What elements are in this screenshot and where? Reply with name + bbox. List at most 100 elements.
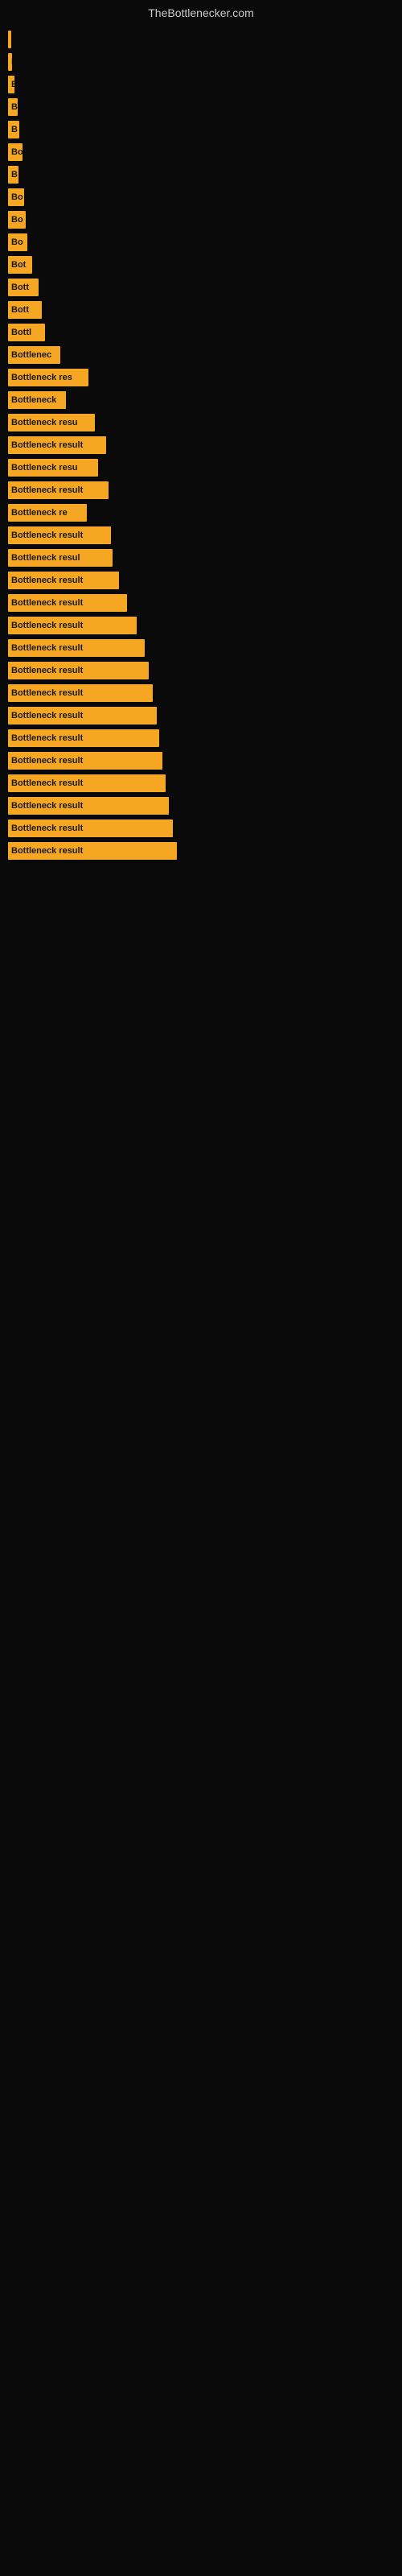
result-bar: Bo bbox=[8, 188, 24, 206]
result-bar: Bottleneck result bbox=[8, 481, 109, 499]
bar-label: Bottleneck resu bbox=[11, 418, 78, 427]
result-bar: Bottleneck res bbox=[8, 369, 88, 386]
result-bar: Bottleneck bbox=[8, 391, 66, 409]
result-bar: Bottleneck re bbox=[8, 504, 87, 522]
bar-label: Bottleneck resul bbox=[11, 553, 80, 563]
bar-label: Bottleneck resu bbox=[11, 463, 78, 473]
bar-label: B bbox=[11, 125, 18, 134]
bar-label: Bo bbox=[11, 215, 23, 225]
result-bar: Bott bbox=[8, 279, 39, 296]
bar-row: Bottleneck result bbox=[8, 842, 402, 860]
result-bar: B bbox=[8, 121, 19, 138]
bar-label: Bottleneck result bbox=[11, 530, 83, 540]
result-bar: Bottleneck result bbox=[8, 729, 159, 747]
bar-row: Bottleneck result bbox=[8, 526, 402, 544]
bar-row: Bottleneck bbox=[8, 391, 402, 409]
bar-row: Bottleneck result bbox=[8, 774, 402, 792]
result-bar: Bottleneck result bbox=[8, 684, 153, 702]
bar-row: Bottleneck res bbox=[8, 369, 402, 386]
result-bar: B bbox=[8, 166, 18, 184]
result-bar: Bottleneck result bbox=[8, 594, 127, 612]
bar-label: Bottleneck result bbox=[11, 621, 83, 630]
result-bar: Bottleneck result bbox=[8, 707, 157, 724]
result-bar: Bottleneck result bbox=[8, 639, 145, 657]
bar-row: Bottleneck resul bbox=[8, 549, 402, 567]
bar-label: Bott bbox=[11, 283, 29, 292]
bar-row: Bott bbox=[8, 279, 402, 296]
result-bar: Bottleneck result bbox=[8, 617, 137, 634]
bar-row: Bottleneck result bbox=[8, 797, 402, 815]
bar-label: Bottleneck result bbox=[11, 756, 83, 766]
result-bar: Bottleneck result bbox=[8, 774, 166, 792]
result-bar: Bottleneck result bbox=[8, 752, 162, 770]
bar-row: Bo bbox=[8, 143, 402, 161]
bar-label: Bottleneck result bbox=[11, 576, 83, 585]
bar-label: Bottleneck result bbox=[11, 733, 83, 743]
bar-label: B bbox=[11, 102, 18, 112]
bar-label: Bottleneck result bbox=[11, 666, 83, 675]
bar-row: Bottleneck result bbox=[8, 729, 402, 747]
bar-row: Bottleneck result bbox=[8, 572, 402, 589]
bar-label: Bottleneck result bbox=[11, 801, 83, 811]
bar-label: Bottleneck result bbox=[11, 778, 83, 788]
bar-label: E bbox=[11, 80, 14, 89]
bar-row: I bbox=[8, 31, 402, 48]
bar-row: Bottleneck resu bbox=[8, 459, 402, 477]
result-bar: E bbox=[8, 76, 14, 93]
bar-row: Bottleneck result bbox=[8, 684, 402, 702]
bar-label: Bottleneck result bbox=[11, 485, 83, 495]
bar-label: Bottleneck result bbox=[11, 711, 83, 720]
bar-label: Bottl bbox=[11, 328, 31, 337]
bar-row: Bo bbox=[8, 188, 402, 206]
bar-label: Bottleneck result bbox=[11, 824, 83, 833]
bar-row: Bottleneck result bbox=[8, 707, 402, 724]
bars-container: II E B B Bo B Bo Bo Bo Bot Bott Bott Bottl Bottlenec B… bbox=[0, 23, 402, 873]
result-bar: Bottlenec bbox=[8, 346, 60, 364]
bar-row: Bottleneck result bbox=[8, 436, 402, 454]
bar-row: Bottleneck re bbox=[8, 504, 402, 522]
result-bar: I bbox=[8, 31, 11, 48]
bar-row: Bottleneck result bbox=[8, 662, 402, 679]
bar-row: Bott bbox=[8, 301, 402, 319]
bar-label: Bottleneck result bbox=[11, 846, 83, 856]
bar-label: Bottleneck result bbox=[11, 643, 83, 653]
result-bar: Bottleneck resul bbox=[8, 549, 113, 567]
bar-label: Bottleneck re bbox=[11, 508, 68, 518]
bar-label: Bot bbox=[11, 260, 26, 270]
bar-row: Bo bbox=[8, 233, 402, 251]
bar-row: Bottleneck result bbox=[8, 481, 402, 499]
bar-label: B bbox=[11, 170, 18, 180]
bar-row: Bo bbox=[8, 211, 402, 229]
bar-label: Bottleneck result bbox=[11, 440, 83, 450]
result-bar: Bo bbox=[8, 211, 26, 229]
bar-row: B bbox=[8, 166, 402, 184]
result-bar: Bottleneck result bbox=[8, 797, 169, 815]
result-bar: Bo bbox=[8, 233, 27, 251]
result-bar: Bot bbox=[8, 256, 32, 274]
bar-row: Bottleneck result bbox=[8, 639, 402, 657]
bar-label: Bott bbox=[11, 305, 29, 315]
bar-label: Bottlenec bbox=[11, 350, 51, 360]
result-bar: Bottleneck resu bbox=[8, 414, 95, 431]
bar-row: Bottlenec bbox=[8, 346, 402, 364]
result-bar: Bottleneck resu bbox=[8, 459, 98, 477]
bar-row: Bottl bbox=[8, 324, 402, 341]
bar-label: Bottleneck res bbox=[11, 373, 72, 382]
result-bar: Bo bbox=[8, 143, 23, 161]
result-bar: Bottleneck result bbox=[8, 819, 173, 837]
bar-row: E bbox=[8, 76, 402, 93]
bar-label: Bottleneck bbox=[11, 395, 56, 405]
result-bar: Bottl bbox=[8, 324, 45, 341]
result-bar: Bottleneck result bbox=[8, 436, 106, 454]
bar-label: I bbox=[11, 57, 12, 67]
bar-row: B bbox=[8, 98, 402, 116]
bar-row: Bottleneck result bbox=[8, 752, 402, 770]
bar-row: Bottleneck result bbox=[8, 819, 402, 837]
bar-row: Bottleneck result bbox=[8, 594, 402, 612]
bar-label: Bottleneck result bbox=[11, 688, 83, 698]
bar-row: Bot bbox=[8, 256, 402, 274]
bar-label: Bo bbox=[11, 192, 23, 202]
bar-label: Bo bbox=[11, 147, 23, 157]
result-bar: Bottleneck result bbox=[8, 526, 111, 544]
result-bar: Bottleneck result bbox=[8, 572, 119, 589]
